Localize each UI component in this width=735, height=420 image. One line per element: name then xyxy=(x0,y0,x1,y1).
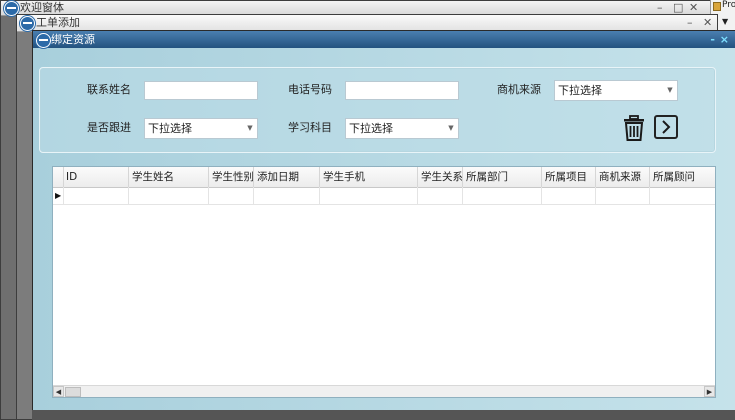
column-header-student-gender[interactable]: 学生性别 xyxy=(209,167,254,187)
window-title-welcome: 欢迎窗体 xyxy=(20,1,64,14)
minimize-button[interactable]: – xyxy=(657,1,663,14)
resource-table[interactable]: ID 学生姓名 学生性别 添加日期 学生手机 学生关系 所属部门 所属项目 商机… xyxy=(52,166,716,398)
phone-label: 电话号码 xyxy=(288,83,332,96)
contact-name-label: 联系姓名 xyxy=(87,83,131,96)
chevron-down-icon[interactable]: ▼ xyxy=(445,120,457,137)
column-header-student-name[interactable]: 学生姓名 xyxy=(129,167,209,187)
column-header-student-relation[interactable]: 学生关系 xyxy=(418,167,463,187)
minimize-button[interactable]: – xyxy=(687,16,693,30)
chevron-right-icon xyxy=(662,120,671,134)
follow-up-select[interactable]: 下拉选择 ▼ xyxy=(144,118,258,139)
next-button[interactable] xyxy=(654,115,678,139)
phone-input[interactable] xyxy=(345,81,459,100)
app-icon xyxy=(36,33,51,48)
titlebar-bind-resource: 绑定资源 - × xyxy=(33,31,735,48)
table-cell[interactable] xyxy=(209,187,254,204)
close-button[interactable]: ✕ xyxy=(689,1,698,14)
table-cell[interactable] xyxy=(542,187,596,204)
row-header-corner xyxy=(53,167,64,187)
scroll-left-button[interactable]: ◀ xyxy=(53,386,64,397)
table-cell[interactable] xyxy=(64,187,129,204)
follow-up-label: 是否跟进 xyxy=(87,121,131,134)
maximize-button[interactable]: □ xyxy=(673,1,683,14)
table-cell[interactable] xyxy=(596,187,650,204)
column-header-id[interactable]: ID xyxy=(64,167,129,187)
table-cell[interactable] xyxy=(254,187,320,204)
row-header-cell[interactable] xyxy=(53,187,64,204)
app-icon xyxy=(20,16,35,31)
project-icon xyxy=(713,2,721,11)
window-frame-bottom xyxy=(32,410,735,420)
table-cell[interactable] xyxy=(129,187,209,204)
close-button[interactable]: ✕ xyxy=(703,16,712,30)
lead-source-select[interactable]: 下拉选择 ▼ xyxy=(554,80,678,101)
subject-label: 学习科目 xyxy=(288,121,332,134)
window-title-ticket-add: 工单添加 xyxy=(36,16,80,29)
table-cell[interactable] xyxy=(418,187,463,204)
column-header-lead-source[interactable]: 商机来源 xyxy=(596,167,650,187)
column-header-student-phone[interactable]: 学生手机 xyxy=(320,167,418,187)
table-cell[interactable] xyxy=(463,187,542,204)
table-header: ID 学生姓名 学生性别 添加日期 学生手机 学生关系 所属部门 所属项目 商机… xyxy=(53,167,715,188)
trash-icon[interactable] xyxy=(623,115,645,141)
window-title-bind-resource: 绑定资源 xyxy=(51,33,95,46)
minimize-button[interactable]: - xyxy=(710,32,715,47)
column-header-advisor[interactable]: 所属顾问 xyxy=(650,167,715,187)
lead-source-value: 下拉选择 xyxy=(558,84,602,97)
column-header-department[interactable]: 所属部门 xyxy=(463,167,542,187)
scroll-down-icon[interactable]: ▼ xyxy=(722,17,728,26)
window-bind-resource: 绑定资源 - × 联系姓名 电话号码 商机来源 下拉选择 ▼ 是否跟进 下拉选择… xyxy=(32,30,735,420)
column-header-add-date[interactable]: 添加日期 xyxy=(254,167,320,187)
table-row[interactable]: ▶ xyxy=(53,187,715,205)
subject-value: 下拉选择 xyxy=(349,122,393,135)
column-header-project[interactable]: 所属项目 xyxy=(542,167,596,187)
contact-name-input[interactable] xyxy=(144,81,258,100)
table-cell[interactable] xyxy=(650,187,715,204)
table-cell[interactable] xyxy=(320,187,418,204)
scroll-thumb[interactable] xyxy=(65,387,81,397)
scroll-right-button[interactable]: ▶ xyxy=(704,386,715,397)
project-label: Proje xyxy=(722,0,735,10)
close-button[interactable]: × xyxy=(720,32,729,47)
follow-up-value: 下拉选择 xyxy=(148,122,192,135)
chevron-down-icon[interactable]: ▼ xyxy=(664,82,676,99)
subject-select[interactable]: 下拉选择 ▼ xyxy=(345,118,459,139)
horizontal-scrollbar[interactable]: ◀ ▶ xyxy=(53,385,715,397)
chevron-down-icon[interactable]: ▼ xyxy=(244,120,256,137)
lead-source-label: 商机来源 xyxy=(497,83,541,96)
